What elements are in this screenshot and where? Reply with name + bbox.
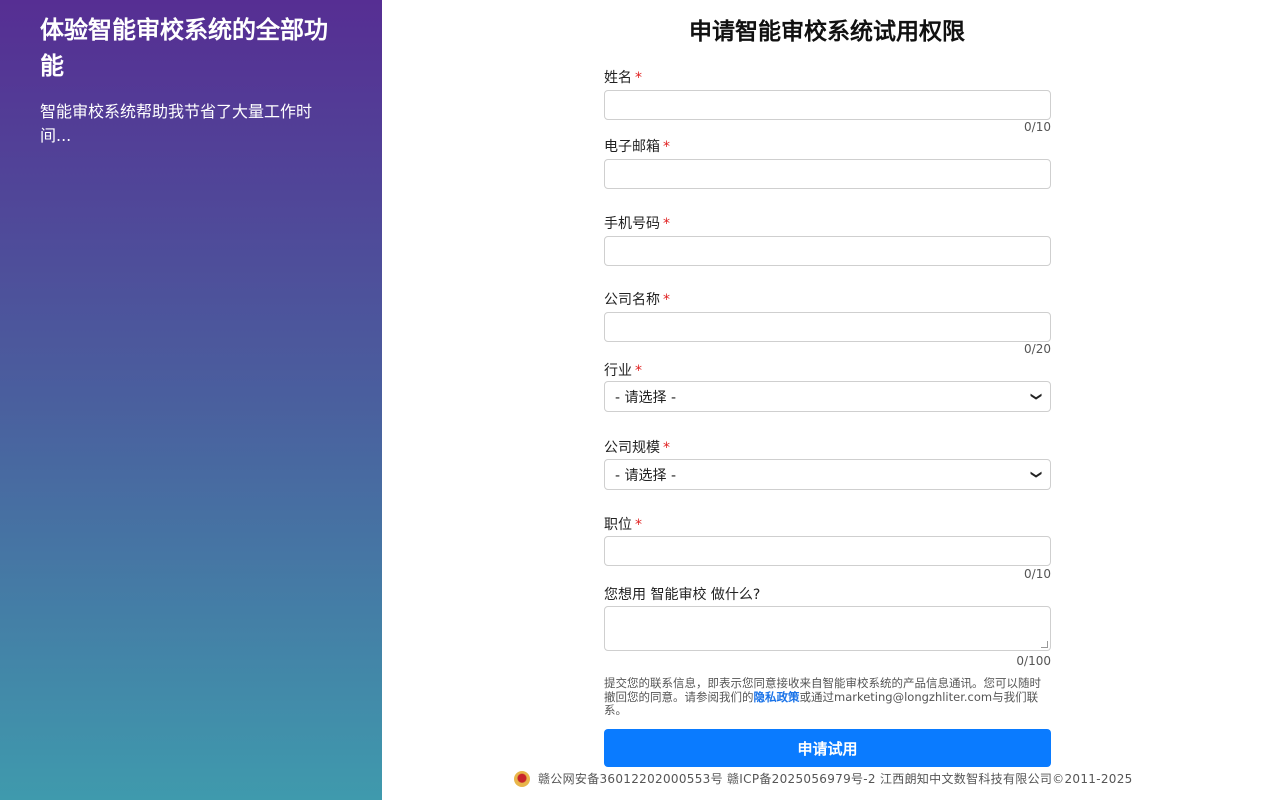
footer: 赣公网安备36012202000553号 赣ICP备2025056979号-2 … [514,770,1133,787]
required-mark: * [635,517,642,533]
resize-handle[interactable] [1041,641,1048,648]
purpose-counter: 0/100 [1016,654,1051,668]
promo-subtitle: 智能审校系统帮助我节省了大量工作时间... [40,102,313,145]
phone-label-text: 手机号码 [604,216,660,232]
company-size-selected: - 请选择 - [615,467,677,484]
name-label: 姓名 * [604,67,642,87]
promo-title: 体验智能审校系统的全部功能 [40,16,328,80]
email-label: 电子邮箱 * [604,136,670,156]
company-size-label-text: 公司规模 [604,440,660,456]
chevron-down-icon: ❮ [1028,391,1042,402]
required-mark: * [663,216,670,232]
phone-input[interactable] [604,236,1051,266]
industry-selected: - 请选择 - [615,389,677,406]
company-input[interactable] [604,312,1051,342]
name-label-text: 姓名 [604,70,632,86]
required-mark: * [663,139,670,155]
position-label: 职位 * [604,514,642,534]
industry-select[interactable]: - 请选择 - ❮ [604,381,1051,412]
company-label: 公司名称 * [604,289,670,309]
position-counter: 0/10 [1024,567,1051,581]
company-size-select[interactable]: - 请选择 - ❮ [604,459,1051,490]
company-label-text: 公司名称 [604,292,660,308]
purpose-textarea[interactable] [604,606,1051,651]
industry-label-text: 行业 [604,363,632,379]
required-mark: * [635,70,642,86]
promo-panel: 体验智能审校系统的全部功能 智能审校系统帮助我节省了大量工作时间... [0,0,382,800]
required-mark: * [663,440,670,456]
required-mark: * [635,363,642,379]
company-counter: 0/20 [1024,342,1051,356]
phone-label: 手机号码 * [604,213,670,233]
apply-trial-button[interactable]: 申请试用 [604,729,1051,767]
privacy-policy-link[interactable]: 隐私政策 [754,690,800,704]
position-label-text: 职位 [604,517,632,533]
police-badge-icon [514,770,530,787]
chevron-down-icon: ❮ [1028,469,1042,480]
name-input[interactable] [604,90,1051,120]
email-input[interactable] [604,159,1051,189]
form-title: 申请智能审校系统试用权限 [689,19,965,45]
position-input[interactable] [604,536,1051,566]
name-counter: 0/10 [1024,120,1051,134]
trial-form: 申请智能审校系统试用权限 姓名 * 0/10 电子邮箱 * 手机号码 * 公司名称 * … [382,0,1270,800]
company-size-label: 公司规模 * [604,437,670,457]
industry-label: 行业 * [604,360,642,380]
purpose-label: 您想用 智能审校 做什么? [604,587,761,603]
consent-text: 提交您的联系信息，即表示您同意接收来自智能审校系统的产品信息通讯。您可以随时撤回… [604,676,1051,718]
email-label-text: 电子邮箱 [604,139,660,155]
footer-text[interactable]: 赣公网安备36012202000553号 赣ICP备2025056979号-2 … [538,770,1133,787]
required-mark: * [663,292,670,308]
